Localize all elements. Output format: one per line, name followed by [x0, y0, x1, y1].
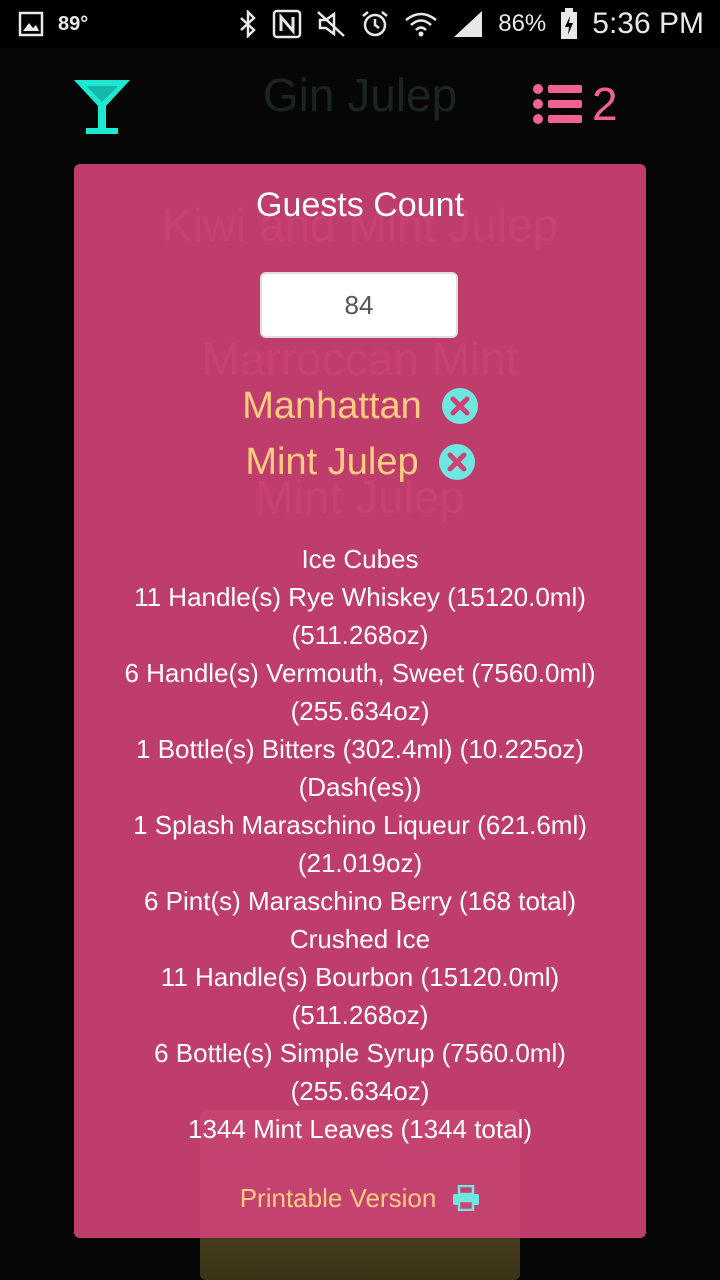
dialog-title: Guests Count — [256, 186, 464, 224]
cocktail-glass-icon — [74, 80, 130, 134]
printable-version-link[interactable]: Printable Version — [74, 1178, 646, 1218]
cocktail-item: Mint Julep — [74, 434, 646, 490]
ingredient-line: (Dash(es)) — [298, 772, 422, 802]
ingredients-list: Ice Cubes 11 Handle(s) Rye Whiskey (1512… — [90, 540, 630, 1148]
cocktail-glass-button[interactable] — [72, 76, 132, 138]
selected-cocktails-list: Manhattan Mint Julep — [74, 378, 646, 490]
ingredient-line: 1 Splash Maraschino Liqueur (621.6ml) — [133, 810, 587, 840]
ingredient-line: (511.268oz) — [291, 620, 429, 650]
guest-count-input[interactable] — [260, 272, 458, 338]
ingredient-line: 6 Handle(s) Vermouth, Sweet (7560.0ml) — [124, 658, 596, 688]
ingredient-line: 11 Handle(s) Bourbon (15120.0ml) — [160, 962, 560, 992]
ingredient-line: Crushed Ice — [289, 924, 431, 954]
wifi-icon — [404, 10, 438, 38]
ingredient-line: 6 Bottle(s) Simple Syrup (7560.0ml) — [154, 1038, 566, 1068]
list-icon — [533, 84, 582, 124]
cocktail-item: Manhattan — [74, 378, 646, 434]
print-icon — [453, 1185, 480, 1211]
signal-icon — [452, 9, 484, 39]
alarm-icon — [360, 9, 390, 39]
ingredient-line: (511.268oz) — [291, 1000, 429, 1030]
cocktail-name: Manhattan — [242, 384, 422, 427]
guests-count-dialog: Guests Count Manhattan Mint Julep Ice Cu… — [74, 164, 646, 1238]
ingredient-line: 1 Bottle(s) Bitters (302.4ml) (10.225oz) — [136, 734, 584, 764]
app-header: Gin Julep 2 — [0, 48, 720, 166]
battery-icon — [560, 8, 578, 40]
ingredient-line: (21.019oz) — [297, 848, 423, 878]
printable-version-label: Printable Version — [239, 1182, 437, 1213]
ingredient-line: (255.634oz) — [290, 696, 430, 726]
bluetooth-icon — [238, 10, 258, 38]
clock-time: 5:36 PM — [592, 7, 704, 40]
nfc-icon — [272, 9, 302, 39]
ingredient-line: 11 Handle(s) Rye Whiskey (15120.0ml) — [134, 582, 586, 612]
list-count-badge: 2 — [592, 78, 618, 130]
ingredient-line: Ice Cubes — [301, 544, 419, 574]
ingredient-line: (255.634oz) — [290, 1076, 430, 1106]
cocktail-name: Mint Julep — [245, 440, 419, 483]
gallery-icon — [18, 11, 44, 37]
battery-percent: 86% — [498, 10, 547, 37]
shopping-list-button[interactable]: 2 — [532, 80, 618, 128]
mute-icon — [316, 10, 346, 38]
ingredient-line: 1344 Mint Leaves (1344 total) — [188, 1114, 532, 1144]
remove-cocktail-button[interactable] — [438, 444, 475, 480]
ingredient-line: 6 Pint(s) Maraschino Berry (168 total) — [143, 886, 577, 916]
remove-cocktail-button[interactable] — [441, 388, 478, 424]
close-circle-icon — [441, 388, 478, 424]
temperature-text: 89° — [58, 12, 89, 35]
close-circle-icon — [438, 444, 475, 480]
status-bar: 89° 86% 5:36 PM — [0, 0, 720, 48]
